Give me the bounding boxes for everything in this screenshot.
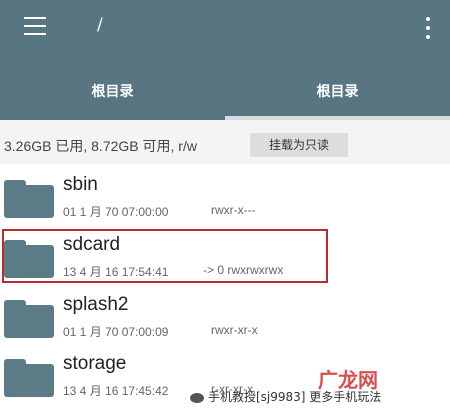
watermark-text: 手机教授[sj9983] 更多手机玩法 bbox=[208, 390, 382, 404]
tab-bar: 根目录 根目录 bbox=[0, 70, 450, 120]
current-path: / bbox=[97, 15, 103, 35]
tab-root-2[interactable]: 根目录 bbox=[225, 70, 450, 120]
file-row-sbin[interactable]: sbin 01 1 月 70 07:00:00 rwxr-x--- bbox=[0, 166, 450, 224]
hamburger-menu-icon[interactable] bbox=[24, 17, 46, 35]
file-name: splash2 bbox=[63, 294, 129, 315]
file-name: sbin bbox=[63, 174, 98, 195]
file-row-splash2[interactable]: splash2 01 1 月 70 07:00:09 rwxr-xr-x bbox=[0, 286, 450, 344]
file-date: 01 1 月 70 07:00:09 bbox=[63, 325, 169, 339]
file-perms: rwxr-xr-x bbox=[211, 323, 258, 337]
app-bar: / bbox=[0, 0, 450, 70]
wechat-icon bbox=[190, 392, 204, 403]
storage-info: 3.26GB 已用, 8.72GB 可用, r/w bbox=[4, 138, 197, 154]
file-date: 01 1 月 70 07:00:00 bbox=[63, 205, 169, 219]
highlight-box bbox=[2, 229, 328, 283]
tab-root-1[interactable]: 根目录 bbox=[0, 70, 225, 120]
folder-icon bbox=[4, 300, 54, 338]
watermark: 手机教授[sj9983] 更多手机玩法 bbox=[190, 388, 381, 405]
file-date: 13 4 月 16 17:45:42 bbox=[63, 384, 169, 398]
mount-readonly-button[interactable]: 挂载为只读 bbox=[250, 133, 348, 157]
folder-icon bbox=[4, 359, 54, 397]
storage-bar: 3.26GB 已用, 8.72GB 可用, r/w bbox=[0, 120, 450, 164]
file-perms: rwxr-x--- bbox=[211, 203, 256, 217]
file-name: storage bbox=[63, 353, 127, 374]
folder-icon bbox=[4, 180, 54, 218]
vertical-dots-icon[interactable] bbox=[425, 17, 431, 39]
